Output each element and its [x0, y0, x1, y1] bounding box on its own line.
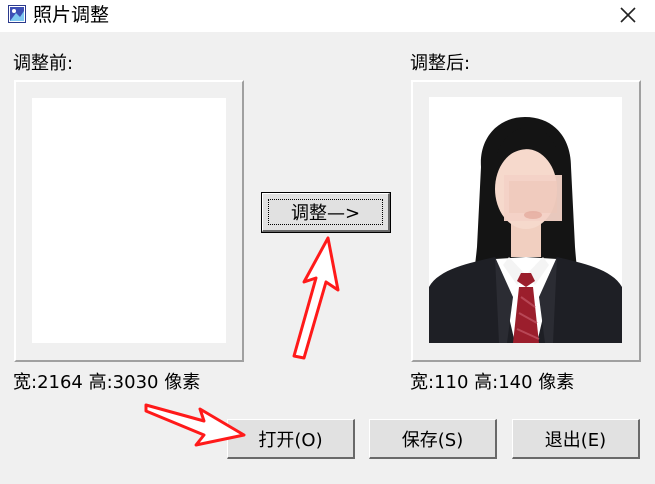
after-dimensions: 宽:110 高:140 像素 — [410, 372, 575, 393]
close-icon[interactable] — [614, 2, 642, 28]
title-bar: 照片调整 — [0, 0, 655, 32]
before-preview-image — [32, 98, 226, 343]
window-title: 照片调整 — [33, 4, 110, 26]
after-label: 调整后: — [410, 53, 471, 74]
adjust-button[interactable]: 调整—> — [262, 193, 390, 232]
before-label: 调整前: — [13, 53, 74, 74]
open-button[interactable]: 打开(O) — [227, 419, 355, 459]
before-dimensions: 宽:2164 高:3030 像素 — [13, 372, 201, 393]
exit-button[interactable]: 退出(E) — [512, 419, 640, 459]
id-photo-portrait — [429, 97, 622, 343]
save-button[interactable]: 保存(S) — [369, 419, 497, 459]
photo-adjust-app-icon — [8, 5, 26, 23]
adjust-button-label: 调整—> — [290, 203, 361, 224]
after-preview-image — [429, 97, 622, 343]
